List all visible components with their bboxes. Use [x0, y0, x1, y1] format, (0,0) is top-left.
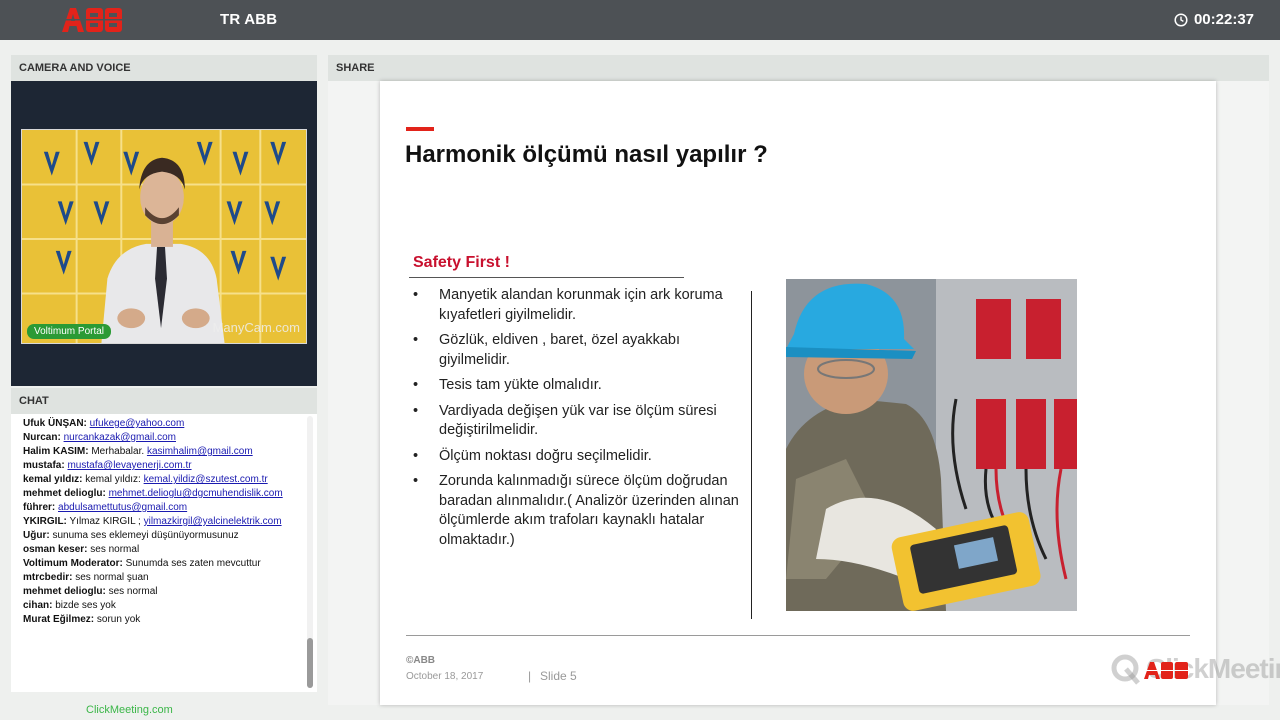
slide-bullet-list: Manyetik alandan korunmak için ark korum…: [412, 286, 747, 556]
slide-copyright: ©ABB: [406, 655, 436, 666]
chat-email-link[interactable]: kasimhalim@gmail.com: [147, 446, 253, 457]
clickmeeting-watermark: ClickMeeting: [1110, 653, 1280, 685]
chat-message: osman keser: ses normal: [23, 543, 308, 557]
chat-message: mehmet delioglu: ses normal: [23, 585, 308, 599]
chat-message: cihan: bizde ses yok: [23, 599, 308, 613]
abb-logo-icon: [60, 8, 126, 32]
electrician-image: [786, 279, 1077, 611]
presenter-video[interactable]: Voltimum Portal ManyCam.com: [21, 129, 307, 344]
chat-username: Ufuk ÜNŞAN:: [23, 418, 87, 429]
chat-username: mustafa:: [23, 460, 65, 471]
chat-username: kemal yıldız:: [23, 474, 83, 485]
camera-panel-header: CAMERA AND VOICE: [11, 55, 317, 81]
chat-message: Halim KASIM: Merhabalar. kasimhalim@gmai…: [23, 445, 308, 459]
chat-message: Uğur: sunuma ses eklemeyi düşünüyormusun…: [23, 529, 308, 543]
share-panel: Harmonik ölçümü nasıl yapılır ? Safety F…: [328, 81, 1280, 705]
chat-text: sorun yok: [96, 614, 141, 625]
slide-footer-separator: |: [528, 669, 532, 683]
chat-text: ses normal: [108, 586, 158, 597]
chat-message: mustafa: mustafa@levayenerji.com.tr: [23, 459, 308, 473]
chat-email-link[interactable]: mustafa@levayenerji.com.tr: [67, 460, 191, 471]
chat-scrollbar[interactable]: [307, 416, 313, 688]
chat-username: führer:: [23, 502, 56, 513]
chat-text: Sunumda ses zaten mevcuttur: [125, 558, 261, 569]
chat-message: kemal yıldız: kemal yıldız: kemal.yildiz…: [23, 473, 308, 487]
chat-email-link[interactable]: abdulsamettutus@gmail.com: [58, 502, 187, 513]
abb-slide-logo-icon: [1143, 662, 1189, 679]
chat-email-link[interactable]: ufukege@yahoo.com: [90, 418, 185, 429]
chat-message: YKIRGIL: Yılmaz KIRGIL ; yilmazkirgil@ya…: [23, 515, 308, 529]
chat-text: ses normal şuan: [75, 572, 149, 583]
slide-footer-line: [406, 635, 1190, 636]
chat-username: Uğur:: [23, 530, 50, 541]
chat-username: Murat Eğilmez:: [23, 614, 95, 625]
slide-bullet: Vardiyada değişen yük var ise ölçüm süre…: [412, 402, 747, 441]
chat-text: ses normal: [90, 544, 140, 555]
slide-bullet: Tesis tam yükte olmalıdır.: [412, 376, 747, 396]
clock-icon: [1174, 12, 1188, 27]
meeting-title: TR ABB: [220, 11, 278, 28]
chat-username: Nurcan:: [23, 432, 61, 443]
electrician-photo: [786, 279, 1077, 611]
subtitle-underline: [409, 277, 684, 278]
slide-number: Slide 5: [540, 669, 577, 683]
presenter-name-badge: Voltimum Portal: [27, 324, 112, 339]
slide-subtitle: Safety First !: [413, 254, 510, 271]
chat-username: osman keser:: [23, 544, 88, 555]
chat-text: bizde ses yok: [55, 600, 116, 611]
session-timer: 00:22:37: [1174, 11, 1254, 28]
clickmeeting-logo-icon: [1111, 654, 1140, 685]
slide-bullet: Manyetik alandan korunmak için ark korum…: [412, 286, 747, 325]
chat-message: Voltimum Moderator: Sunumda ses zaten me…: [23, 557, 308, 571]
slide-date: October 18, 2017: [406, 671, 484, 682]
chat-email-link[interactable]: nurcankazak@gmail.com: [64, 432, 176, 443]
slide-bullet: Ölçüm noktası doğru seçilmelidir.: [412, 447, 747, 467]
presenter-video-frame: [22, 130, 306, 343]
timer-value: 00:22:37: [1193, 11, 1254, 28]
chat-text: kemal yıldız:: [85, 474, 141, 485]
slide-bullet: Gözlük, eldiven , baret, özel ayakkabı g…: [412, 331, 747, 370]
chat-message: Murat Eğilmez: sorun yok: [23, 613, 308, 627]
chat-panel-header: CHAT: [11, 388, 317, 414]
slide-title-accent: [406, 127, 434, 131]
manycam-watermark: ManyCam.com: [212, 320, 300, 335]
presentation-slide: Harmonik ölçümü nasıl yapılır ? Safety F…: [380, 81, 1280, 705]
top-bar: TR ABB 00:22:37: [0, 0, 1280, 40]
share-panel-header: SHARE: [328, 55, 1269, 81]
chat-username: YKIRGIL:: [23, 516, 67, 527]
chat-message: Ufuk ÜNŞAN: ufukege@yahoo.com: [23, 417, 308, 431]
chat-panel: Ufuk ÜNŞAN: ufukege@yahoo.com Nurcan: nur…: [11, 414, 317, 692]
slide-bullet: Zorunda kalınmadığı sürece ölçüm doğruda…: [412, 472, 747, 550]
chat-username: mehmet delioglu:: [23, 586, 106, 597]
chat-message: Nurcan: nurcankazak@gmail.com: [23, 431, 308, 445]
chat-username: Halim KASIM:: [23, 446, 89, 457]
chat-username: cihan:: [23, 600, 53, 611]
chat-text: Merhabalar.: [91, 446, 145, 457]
chat-message-list: Ufuk ÜNŞAN: ufukege@yahoo.com Nurcan: nur…: [23, 417, 308, 627]
chat-scrollbar-thumb[interactable]: [307, 638, 313, 688]
chat-email-link[interactable]: kemal.yildiz@szutest.com.tr: [144, 474, 268, 485]
chat-username: mehmet delioglu:: [23, 488, 106, 499]
camera-panel: Voltimum Portal ManyCam.com: [11, 81, 317, 386]
chat-email-link[interactable]: mehmet.delioglu@dgcmuhendislik.com: [109, 488, 283, 499]
chat-message: mtrcbedir: ses normal şuan: [23, 571, 308, 585]
chat-message: führer: abdulsamettutus@gmail.com: [23, 501, 308, 515]
chat-username: Voltimum Moderator:: [23, 558, 123, 569]
chat-email-link[interactable]: yilmazkirgil@yalcinelektrik.com: [144, 516, 282, 527]
slide-divider: [751, 291, 752, 619]
chat-text: Yılmaz KIRGIL ;: [69, 516, 141, 527]
chat-username: mtrcbedir:: [23, 572, 73, 583]
clickmeeting-footer-link[interactable]: ClickMeeting.com: [86, 704, 173, 716]
slide-title: Harmonik ölçümü nasıl yapılır ?: [405, 141, 768, 168]
chat-message: mehmet delioglu: mehmet.delioglu@dgcmuhe…: [23, 487, 308, 501]
chat-text: sunuma ses eklemeyi düşünüyormusunuz: [52, 530, 239, 541]
